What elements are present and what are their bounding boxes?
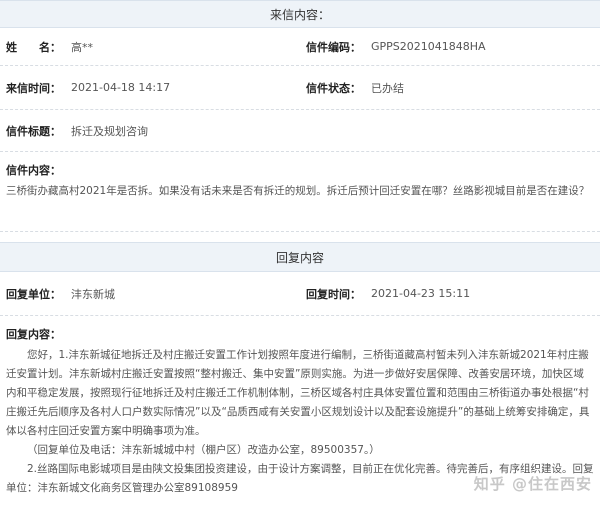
- letter-content-label: 信件内容：: [6, 164, 61, 177]
- reply-content-label: 回复内容：: [6, 328, 61, 341]
- reply-paragraph-2: （回复单位及电话：沣东新城城中村（棚户区）改造办公室，89500357。）: [27, 444, 380, 456]
- subject-label: 信件标题：: [6, 124, 61, 138]
- reply-section-header: 回复内容: [0, 242, 600, 272]
- status-label: 信件状态：: [306, 81, 361, 95]
- reply-unit-label: 回复单位：: [6, 287, 61, 301]
- code-value: GPPS2021041848HA: [371, 40, 486, 53]
- letter-time-label: 来信时间：: [6, 81, 61, 95]
- code-label: 信件编码：: [306, 40, 361, 54]
- letter-content-text: 三桥街办藏高村2021年是否拆。如果没有话未来是否有拆迁的规划。拆迁后预计回迁安…: [6, 185, 590, 197]
- letter-row-name: 姓 名： 高** 信件编码： GPPS2021041848HA: [0, 28, 600, 66]
- status-value: 已办结: [371, 81, 404, 95]
- reply-time-value: 2021-04-23 15:11: [371, 287, 471, 300]
- name-label: 姓 名：: [6, 40, 61, 54]
- reply-row-meta: 回复单位： 沣东新城 回复时间： 2021-04-23 15:11: [0, 272, 600, 316]
- reply-paragraph-1: 您好，1.沣东新城征地拆迁及村庄搬迁安置工作计划按照年度进行编制，三桥街道藏高村…: [6, 349, 590, 437]
- letter-row-time: 来信时间： 2021-04-18 14:17 信件状态： 已办结: [0, 66, 600, 110]
- letter-row-subject: 信件标题： 拆迁及规划咨询: [0, 110, 600, 152]
- watermark-text: 知乎 @住在西安: [473, 475, 592, 493]
- reply-unit-value: 沣东新城: [71, 287, 115, 301]
- letter-time-value: 2021-04-18 14:17: [71, 81, 171, 94]
- letter-content-block: 信件内容： 三桥街办藏高村2021年是否拆。如果没有话未来是否有拆迁的规划。拆迁…: [0, 152, 600, 232]
- subject-value: 拆迁及规划咨询: [71, 124, 148, 138]
- name-value: 高**: [71, 40, 93, 54]
- reply-time-label: 回复时间：: [306, 287, 361, 301]
- letter-section-header: 来信内容：: [0, 0, 600, 28]
